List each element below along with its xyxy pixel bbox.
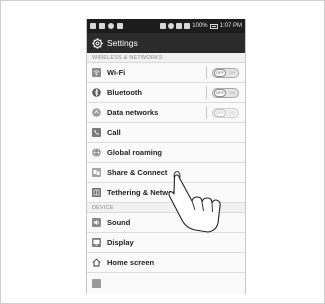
data-networks-icon [92,108,101,117]
settings-title-bar: Settings [87,33,245,53]
tethering-icon [92,188,101,197]
settings-item-global-roaming[interactable]: Global roaming [87,143,245,163]
settings-item-label: Wi-Fi [107,68,126,77]
settings-item-partial[interactable] [87,273,245,294]
toggle-on-label: ON [229,109,235,115]
divider [206,66,207,79]
settings-item-label: Call [107,128,121,137]
settings-item-call[interactable]: Call [87,123,245,143]
status-time: 1:07 PM [219,23,242,29]
call-icon [92,128,101,137]
globe-icon [92,148,101,157]
settings-item-home-screen[interactable]: Home screen [87,253,245,273]
bluetooth-toggle[interactable]: OFF ON [212,87,239,98]
bluetooth-icon [92,88,101,97]
toggle-on-label: ON [229,69,235,75]
toggle-on-label: ON [229,89,235,95]
data-networks-toggle[interactable]: OFF ON [212,107,239,118]
sync-icon [108,23,114,29]
toggle-off-label: OFF [214,68,226,77]
home-icon [92,258,101,267]
divider [206,106,207,119]
settings-item-bluetooth[interactable]: Bluetooth OFF ON [87,83,245,103]
tap-gesture-hand-icon [168,171,221,233]
toggle-off-label: OFF [214,108,226,117]
share-connect-icon [92,168,101,177]
volume-icon [168,23,175,29]
settings-item-wifi[interactable]: Wi-Fi OFF ON [87,63,245,83]
notification-icon [90,23,96,29]
signal-icon [184,23,191,29]
settings-item-data-networks[interactable]: Data networks OFF ON [87,103,245,123]
phone-screen: 100% 1:07 PM Settings WIRELESS & NETWORK… [86,19,246,294]
battery-percent: 100% [192,23,208,29]
display-icon [92,238,101,247]
sd-icon [176,23,183,29]
status-bar: 100% 1:07 PM [87,19,245,33]
gear-icon [92,37,103,49]
sim-icon [99,23,105,29]
settings-item-label: Sound [107,218,131,227]
settings-item-label: Bluetooth [107,88,142,97]
section-header-wireless: WIRELESS & NETWORKS [87,53,245,63]
divider [206,86,207,99]
wifi-icon [92,68,101,77]
sound-icon [92,218,101,227]
page-title: Settings [107,38,138,48]
settings-item-label: Share & Connect [107,168,168,177]
message-icon [117,23,123,29]
settings-item-label: Data networks [107,108,159,117]
settings-item-label: Display [107,238,134,247]
wifi-toggle[interactable]: OFF ON [212,67,239,78]
settings-item-label: Home screen [107,258,155,267]
settings-item-label: Global roaming [107,148,163,157]
network-icon [160,23,167,29]
toggle-off-label: OFF [214,88,226,97]
partial-item-icon [92,279,101,288]
battery-icon [209,23,218,29]
